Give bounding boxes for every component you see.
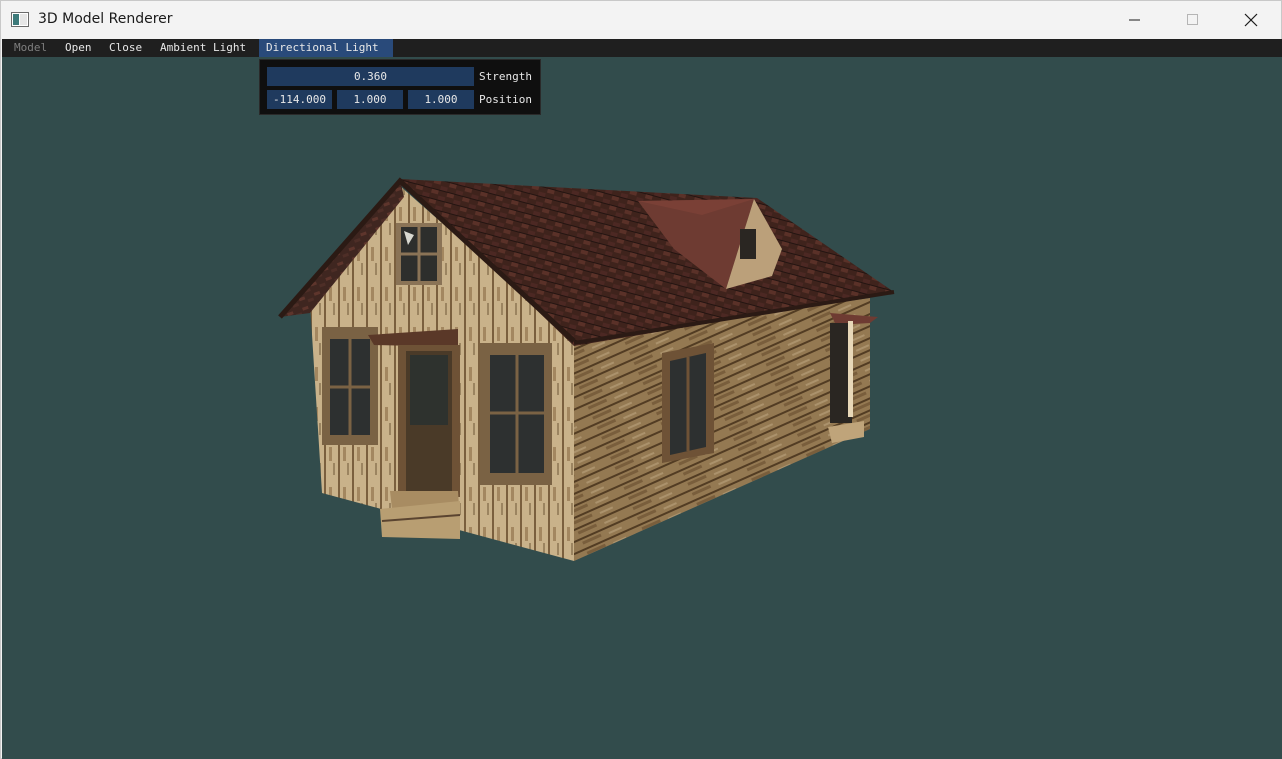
strength-label: Strength	[479, 70, 532, 83]
position-y-input[interactable]: 1.000	[337, 90, 403, 109]
strength-input[interactable]: 0.360	[267, 67, 474, 86]
close-icon	[1244, 13, 1258, 27]
menu-bar: Model Open Close Ambient Light Direction…	[2, 39, 1282, 57]
menu-item-model: Model	[14, 41, 48, 54]
maximize-icon	[1187, 14, 1199, 26]
position-label: Position	[479, 93, 532, 106]
menu-item-close[interactable]: Close	[102, 39, 149, 57]
minimize-icon	[1129, 14, 1141, 26]
window-title: 3D Model Renderer	[38, 11, 173, 27]
directional-light-panel: 0.360 Strength -114.000 1.000 1.000 Posi…	[259, 59, 541, 115]
menu-item-ambient-light[interactable]: Ambient Light	[153, 39, 253, 57]
menu-item-open[interactable]: Open	[58, 39, 99, 57]
position-x-input[interactable]: -114.000	[267, 90, 332, 109]
app-window: 3D Model Renderer Model Open Close Ambie…	[0, 0, 1282, 759]
title-bar[interactable]: 3D Model Renderer	[1, 1, 1281, 39]
menu-item-directional-light[interactable]: Directional Light	[259, 39, 393, 57]
close-button[interactable]	[1222, 1, 1280, 39]
render-viewport[interactable]	[2, 57, 1282, 759]
maximize-button[interactable]	[1164, 1, 1222, 39]
house-model	[278, 177, 895, 561]
app-window-icon	[11, 12, 29, 27]
minimize-button[interactable]	[1106, 1, 1164, 39]
position-z-input[interactable]: 1.000	[408, 90, 474, 109]
